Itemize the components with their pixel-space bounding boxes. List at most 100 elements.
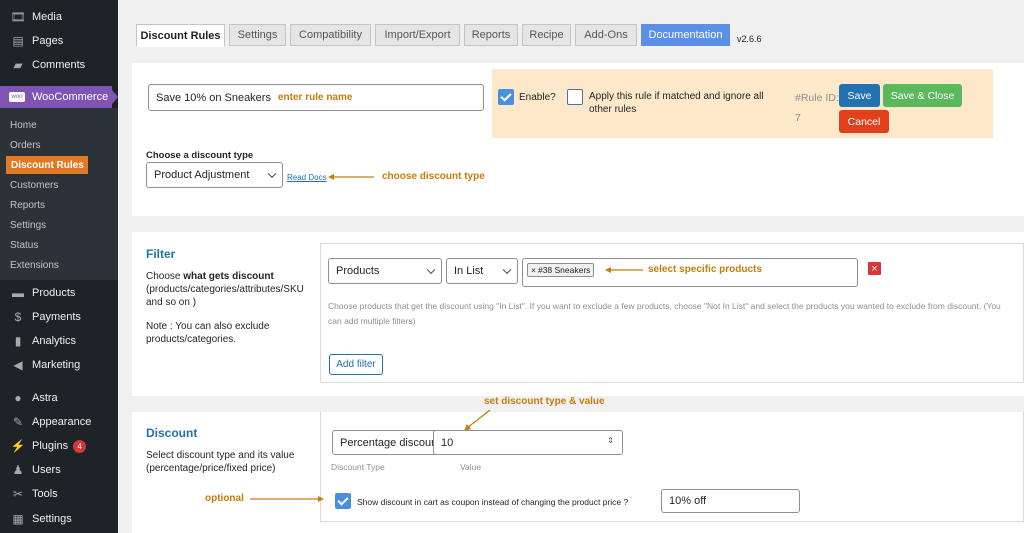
- optional-annotation: optional: [205, 493, 244, 504]
- filter-desc-text: (products/categories/attributes/SKU and …: [146, 284, 304, 308]
- discount-type-select[interactable]: Product Adjustment: [146, 162, 283, 188]
- menu-label: Products: [32, 287, 76, 299]
- submenu-settings[interactable]: Settings: [0, 216, 118, 234]
- marketing-icon: ◀: [13, 358, 23, 372]
- users-icon: ♟: [12, 463, 24, 477]
- discount-heading: Discount: [146, 426, 198, 440]
- coupon-name-value: 10% off: [669, 495, 707, 507]
- filter-annotation: select specific products: [648, 264, 762, 275]
- tab-discount-rules[interactable]: Discount Rules: [136, 24, 225, 47]
- tab-add-ons[interactable]: Add-Ons: [575, 24, 637, 46]
- submenu-extensions[interactable]: Extensions: [0, 256, 118, 274]
- submenu-reports[interactable]: Reports: [0, 196, 118, 214]
- menu-payments[interactable]: $ Payments: [0, 306, 118, 328]
- menu-marketing[interactable]: ◀ Marketing: [0, 354, 118, 376]
- tab-import-export[interactable]: Import/Export: [375, 24, 460, 46]
- tab-reports[interactable]: Reports: [464, 24, 518, 46]
- rule-name-annotation: enter rule name: [277, 92, 353, 103]
- discount-type-label: Discount Type: [331, 462, 385, 472]
- menu-label: Appearance: [32, 416, 92, 428]
- menu-astra[interactable]: ● Astra: [0, 387, 118, 409]
- menu-label: Users: [32, 464, 61, 476]
- spinner-arrows-icon[interactable]: ⇕: [607, 436, 614, 445]
- submenu-customers[interactable]: Customers: [0, 176, 118, 194]
- chevron-down-icon: [502, 265, 512, 275]
- submenu-orders[interactable]: Orders: [0, 136, 118, 154]
- menu-label: Payments: [32, 311, 81, 323]
- submenu-label: Extensions: [10, 259, 59, 271]
- submenu-home[interactable]: Home: [0, 116, 118, 134]
- tab-settings[interactable]: Settings: [229, 24, 286, 46]
- payments-icon: $: [14, 310, 22, 324]
- submenu-label: Discount Rules: [11, 159, 84, 171]
- enable-checkbox[interactable]: [498, 89, 514, 105]
- filter-type-select[interactable]: Products: [328, 258, 442, 284]
- filter-desc-bold: what gets discount: [183, 271, 274, 282]
- filter-method-select[interactable]: In List: [446, 258, 518, 284]
- tag-label: #38 Sneakers: [537, 265, 591, 275]
- menu-media[interactable]: 🎞 Media: [0, 6, 118, 28]
- submenu-label: Settings: [10, 219, 47, 231]
- discount-value-input[interactable]: 10 ⇕: [433, 430, 623, 455]
- filter-method-value: In List: [454, 265, 484, 277]
- add-filter-button[interactable]: Add filter: [329, 354, 383, 375]
- menu-plugins[interactable]: ⚡ Plugins 4: [0, 435, 118, 457]
- discount-type-heading: Choose a discount type: [146, 150, 254, 161]
- menu-tools[interactable]: ✂ Tools: [0, 483, 118, 505]
- submenu-discount-rules[interactable]: Discount Rules: [6, 156, 88, 174]
- chevron-down-icon: [267, 169, 277, 179]
- appearance-icon: ✎: [12, 415, 24, 429]
- remove-filter-icon[interactable]: ×: [868, 262, 881, 275]
- menu-label: Media: [32, 11, 62, 23]
- menu-products[interactable]: ▬ Products: [0, 282, 118, 304]
- discount-value: 10: [441, 436, 454, 449]
- tab-recipe[interactable]: Recipe: [522, 24, 571, 46]
- read-docs-link[interactable]: Read Docs: [287, 173, 327, 182]
- menu-label: Pages: [32, 35, 64, 47]
- menu-analytics[interactable]: ▮ Analytics: [0, 330, 118, 352]
- filter-description: Choose what gets discount (products/categ…: [146, 270, 311, 309]
- menu-comments[interactable]: ▰ Comments: [0, 54, 118, 76]
- active-menu-arrow: [112, 90, 118, 104]
- products-icon: ▬: [12, 286, 24, 300]
- discount-description: Select discount type and its value (perc…: [146, 450, 295, 474]
- menu-users[interactable]: ♟ Users: [0, 459, 118, 481]
- plugins-update-badge: 4: [73, 439, 87, 453]
- selected-product-tag: × #38 Sneakers: [527, 263, 595, 277]
- discount-type-annotation: choose discount type: [382, 171, 485, 182]
- filter-note: Note : You can also exclude products/cat…: [146, 321, 270, 345]
- filter-help-text: Choose products that get the discount us…: [328, 301, 1001, 326]
- discount-value-annotation: set discount type & value: [484, 396, 605, 407]
- menu-label: Tools: [32, 488, 58, 500]
- enable-label: Enable?: [519, 92, 556, 103]
- submenu-status[interactable]: Status: [0, 236, 118, 254]
- menu-label: Analytics: [32, 335, 77, 347]
- save-button[interactable]: Save: [839, 84, 880, 107]
- comments-icon: ▰: [13, 58, 23, 72]
- discount-value-label: Value: [460, 462, 482, 472]
- rule-name-input[interactable]: Save 10% on Sneakers enter rule name: [148, 84, 484, 111]
- submenu-label: Status: [10, 239, 39, 251]
- cancel-button[interactable]: Cancel: [839, 110, 889, 133]
- filter-heading: Filter: [146, 247, 176, 261]
- rule-name-value: Save 10% on Sneakers: [156, 91, 271, 104]
- admin-sidebar: 🎞 Media ▤ Pages ▰ Comments woo WooCommer…: [0, 0, 118, 533]
- menu-appearance[interactable]: ✎ Appearance: [0, 411, 118, 433]
- submenu-label: Orders: [10, 139, 41, 151]
- save-close-button[interactable]: Save & Close: [883, 84, 962, 107]
- coupon-label: Show discount in cart as coupon instead …: [357, 497, 629, 507]
- menu-label: WooCommerce: [32, 91, 109, 103]
- apply-exclusive-checkbox[interactable]: [567, 89, 583, 105]
- coupon-checkbox[interactable]: [335, 493, 351, 509]
- menu-label: Marketing: [32, 359, 81, 371]
- menu-settings[interactable]: ▦ Settings: [0, 508, 118, 530]
- tab-compatibility[interactable]: Compatibility: [290, 24, 371, 46]
- menu-pages[interactable]: ▤ Pages: [0, 30, 118, 52]
- tag-remove-icon[interactable]: ×: [531, 265, 536, 275]
- tab-documentation[interactable]: Documentation: [641, 24, 730, 46]
- submenu-label: Home: [10, 119, 37, 131]
- menu-woocommerce[interactable]: woo WooCommerce: [0, 86, 112, 108]
- coupon-name-input[interactable]: 10% off: [661, 489, 800, 513]
- astra-icon: ●: [14, 391, 22, 405]
- arrow-annotation-icon: [464, 409, 491, 431]
